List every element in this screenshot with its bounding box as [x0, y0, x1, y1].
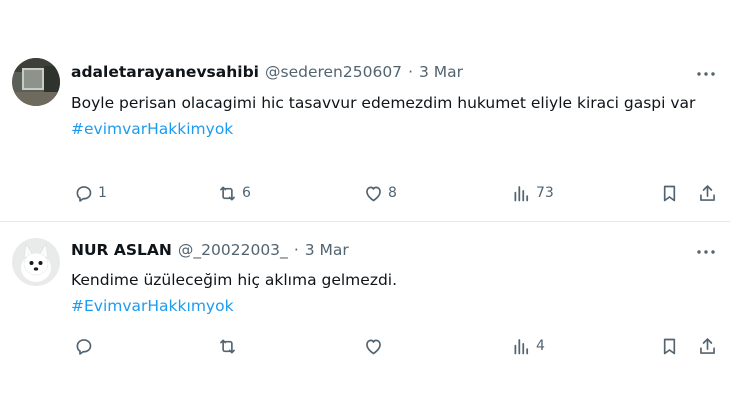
like-count: 8	[388, 185, 397, 201]
tweet-body: Kendime üzüleceğim hiç aklıma gelmezdi.	[71, 271, 398, 289]
reply-button[interactable]: 1	[73, 180, 107, 206]
retweet-count: 6	[242, 185, 251, 201]
views-icon	[514, 338, 529, 354]
like-button[interactable]: 8	[363, 180, 397, 206]
action-bar: 1 6 8 73	[71, 180, 721, 206]
hashtag-link[interactable]: #evimvarHakkimyok	[71, 116, 721, 142]
separator-dot: ·	[408, 63, 413, 81]
retweet-icon	[220, 186, 235, 200]
separator-dot: ·	[293, 241, 299, 259]
bookmark-button[interactable]	[659, 180, 680, 206]
tweet-date[interactable]: 3 Mar	[305, 241, 349, 259]
tweet-text: Kendime üzüleceğim hiç aklıma gelmezdi. …	[71, 267, 721, 319]
author-name[interactable]: adaletarayanevsahibi	[71, 63, 259, 81]
avatar[interactable]	[12, 58, 60, 106]
bookmark-icon	[663, 185, 676, 201]
share-icon	[700, 337, 715, 354]
retweet-button[interactable]: 6	[217, 180, 251, 206]
tweet-header: NUR ASLAN @_20022003_ · 3 Mar	[71, 238, 349, 262]
reply-button[interactable]	[73, 333, 98, 359]
tweet[interactable]: NUR ASLAN @_20022003_ · 3 Mar Kendime üz…	[0, 222, 730, 420]
author-handle[interactable]: @_20022003_	[178, 241, 288, 259]
views-count: 4	[536, 338, 545, 354]
tweet[interactable]: adaletarayanevsahibi @sederen250607 · 3 …	[0, 0, 730, 222]
reply-icon	[76, 185, 92, 202]
action-bar: 4	[71, 333, 721, 359]
retweet-icon	[220, 339, 235, 353]
author-handle[interactable]: @sederen250607	[265, 63, 402, 81]
tweet-header: adaletarayanevsahibi @sederen250607 · 3 …	[71, 60, 463, 84]
tweet-body: Boyle perisan olacagimi hic tasavvur ede…	[71, 94, 696, 112]
like-icon	[366, 186, 381, 201]
tweet-text: Boyle perisan olacagimi hic tasavvur ede…	[71, 90, 721, 142]
share-button[interactable]	[697, 333, 718, 359]
retweet-button[interactable]	[217, 333, 242, 359]
like-button[interactable]	[363, 333, 388, 359]
more-icon[interactable]	[694, 240, 718, 264]
bookmark-button[interactable]	[659, 333, 680, 359]
tweet-date[interactable]: 3 Mar	[419, 63, 463, 81]
reply-icon	[76, 338, 92, 355]
reply-count: 1	[98, 185, 107, 201]
avatar[interactable]	[12, 238, 60, 286]
author-name[interactable]: NUR ASLAN	[71, 241, 172, 259]
views-icon	[514, 185, 529, 201]
views-button[interactable]: 4	[511, 333, 545, 359]
share-icon	[700, 184, 715, 201]
bookmark-icon	[663, 338, 676, 354]
hashtag-link[interactable]: #EvimvarHakkımyok	[71, 293, 721, 319]
like-icon	[366, 339, 381, 354]
views-button[interactable]: 73	[511, 180, 554, 206]
more-icon[interactable]	[694, 62, 718, 86]
share-button[interactable]	[697, 180, 718, 206]
views-count: 73	[536, 185, 554, 201]
